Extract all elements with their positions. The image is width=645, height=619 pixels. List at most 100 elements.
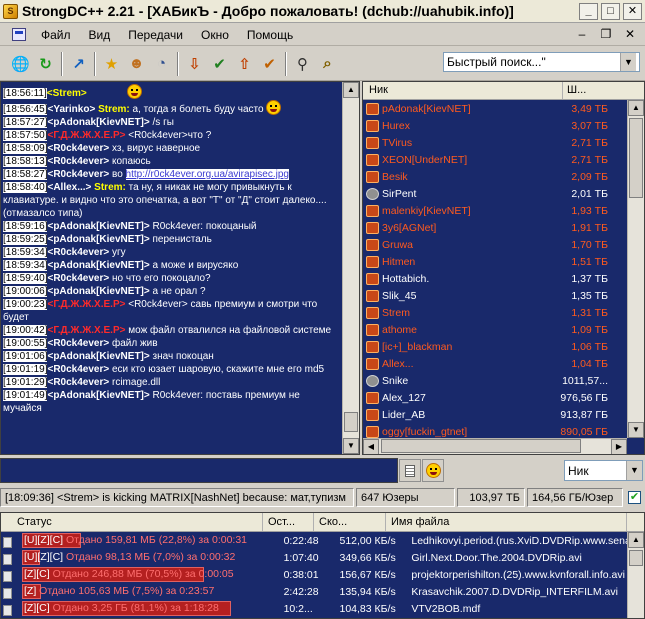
transfer-view[interactable]: Статус Ост... Ско... Имя файла [U][Z][C]… [0,512,645,619]
column-status[interactable]: Статус [1,513,263,531]
chat-nick[interactable]: <R0ck4ever> [47,273,109,284]
user-row[interactable]: Slik_45 1,35 ТБ [363,287,644,304]
chat-nick[interactable]: <pAdonak[KievNET]> [47,351,149,362]
scroll-right-icon[interactable]: ▶ [611,439,627,454]
user-row[interactable]: Gruwa 1,70 ТБ [363,236,644,253]
transfer-row[interactable]: [U][Z][C] Отдано 98,13 МБ (7,0%) за 0:00… [1,549,644,566]
maximize-button[interactable]: □ [601,2,620,20]
user-row[interactable]: Allex... 1,04 ТБ [363,355,644,372]
reconnect-button[interactable]: ↻ [34,52,57,75]
chat-nick[interactable]: <R0ck4ever> [47,364,109,375]
chat-nick[interactable]: <pAdonak[KievNET]> [47,117,149,128]
userlist-hscroll-thumb[interactable] [381,439,581,453]
column-time-left[interactable]: Ост... [263,513,314,531]
finished-uploads-button[interactable]: ✔ [258,52,281,75]
user-row[interactable]: Strem 1,31 ТБ [363,304,644,321]
scroll-left-icon[interactable]: ◀ [363,439,379,454]
quick-search-input[interactable] [444,54,620,70]
chevron-down-icon[interactable]: ▼ [620,53,636,71]
scroll-up-icon[interactable]: ▲ [343,82,359,98]
user-row[interactable]: Hurex 3,07 ТБ [363,117,644,134]
user-row[interactable]: athome 1,09 ТБ [363,321,644,338]
chat-nick[interactable]: <Strem> [47,88,87,99]
column-filename[interactable]: Имя файла [386,513,627,531]
close-button[interactable]: ✕ [623,2,642,20]
userlist-filter-select[interactable]: Ник ▼ [564,460,643,481]
userlist-hscrollbar[interactable]: ◀ ▶ [363,438,627,454]
column-share[interactable]: Ш... [563,82,607,99]
public-hubs-button[interactable]: 🌐 [9,52,32,75]
transfer-row[interactable]: [Z] Отдано 105,63 МБ (7,5%) за 0:23:57 2:… [1,583,644,600]
chat-nick[interactable]: <pAdonak[KievNET]> [47,221,149,232]
chat-nick[interactable]: <pAdonak[KievNET]> [47,286,149,297]
show-userlist-checkbox[interactable]: ✔ [628,490,641,504]
user-row[interactable]: XEON[UnderNET] 2,71 ТБ [363,151,644,168]
users-button[interactable]: ☻ [125,52,148,75]
chat-nick[interactable]: <Г.Д.Ж.Ж.Х.Е.Р> [47,130,125,141]
minimize-button[interactable]: _ [579,2,598,20]
mdi-minimize-button[interactable]: – [573,27,591,43]
user-row[interactable]: Hitmen 1,51 ТБ [363,253,644,270]
emoticons-button[interactable] [422,459,444,482]
menu-window[interactable]: Окно [192,28,238,42]
user-row[interactable]: Alex_127 976,56 ГБ [363,389,644,406]
user-row[interactable]: Hottabich. 1,37 ТБ [363,270,644,287]
mdi-close-button[interactable]: ✕ [621,27,639,43]
chat-nick[interactable]: <pAdonak[KievNET]> [47,260,149,271]
user-row[interactable]: TVirus 2,71 ТБ [363,134,644,151]
chat-nick[interactable]: <R0ck4ever> [47,156,109,167]
user-row[interactable]: Snike 1011,57... [363,372,644,389]
column-nick[interactable]: Ник [363,82,563,99]
chat-nick[interactable]: <R0ck4ever> [47,247,109,258]
chat-nick[interactable]: <R0ck4ever> [47,169,109,180]
user-row[interactable]: SirPent 2,01 ТБ [363,185,644,202]
transfer-row[interactable]: [Z][C] Отдано 3,25 ГБ (81,1%) за 1:18:28… [1,600,644,617]
transfer-scrollbar[interactable]: ▲ [627,532,644,618]
queue-button[interactable]: ⇩ [183,52,206,75]
favorites-button[interactable]: ★ [100,52,123,75]
chat-pane[interactable]: [18:56:11]<Strem> [18:56:45]<Yarinko> Str… [0,81,360,455]
chat-nick[interactable]: <R0ck4ever> [47,377,109,388]
userlist-scrollbar[interactable]: ▲ ▼ [627,100,644,438]
chat-nick[interactable]: <Yarinko> [47,104,95,115]
chat-nick[interactable]: <Г.Д.Ж.Ж.Х.Е.Р> [47,299,125,310]
scroll-down-icon[interactable]: ▼ [628,422,644,438]
menu-transfers[interactable]: Передачи [119,28,192,42]
transfer-row[interactable]: [U][Z][C] Отдано 159,81 МБ (22,8%) за 0:… [1,532,644,549]
chat-scrollbar[interactable]: ▲ ▼ [342,82,359,454]
user-row[interactable]: Lider_AB 913,87 ГБ [363,406,644,423]
user-row[interactable]: [ic+]_blackman 1,06 ТБ [363,338,644,355]
scroll-up-icon[interactable]: ▲ [628,532,644,548]
chat-nick[interactable]: <R0ck4ever> [47,338,109,349]
transfer-row[interactable]: [Z][C] Отдано 246,88 МБ (70,5%) за 0:00:… [1,566,644,583]
chat-link[interactable]: http://r0ck4ever.org.ua/avirapisec.jpg [125,169,289,180]
adl-search-button[interactable]: ⌕ [316,52,339,75]
user-row[interactable]: malenkiy[KievNET] 1,93 ТБ [363,202,644,219]
chat-nick[interactable]: <Allex...> [47,182,91,193]
menu-view[interactable]: Вид [80,28,120,42]
userlist-scroll-thumb[interactable] [629,118,643,198]
chat-nick[interactable]: <pAdonak[KievNET]> [47,234,149,245]
scroll-up-icon[interactable]: ▲ [628,100,644,116]
user-row[interactable]: pAdonak[KievNET] 3,49 ТБ [363,100,644,117]
chat-scroll-thumb[interactable] [344,412,358,432]
scroll-down-icon[interactable]: ▼ [343,438,359,454]
finished-downloads-button[interactable]: ✔ [208,52,231,75]
quick-search-box[interactable]: ▼ [443,52,640,72]
chat-message-input[interactable] [0,458,398,483]
chat-nick[interactable]: <pAdonak[KievNET]> [47,390,149,401]
mdi-document-icon[interactable] [12,28,26,41]
recent-button[interactable]: ◔ [150,52,173,75]
upload-queue-button[interactable]: ⇧ [233,52,256,75]
column-speed[interactable]: Ско... [314,513,386,531]
user-list[interactable]: Ник Ш... pAdonak[KievNET] 3,49 ТБ Hurex 3,0… [362,81,645,455]
follow-redirect-button[interactable]: ↗ [67,52,90,75]
search-button[interactable]: ⚲ [291,52,314,75]
mdi-restore-button[interactable]: ❐ [597,27,615,43]
chevron-down-icon[interactable]: ▼ [626,461,642,480]
transfer-scroll-thumb[interactable] [629,550,643,566]
menu-file[interactable]: Файл [32,28,80,42]
chat-nick[interactable]: <Г.Д.Ж.Ж.Х.Е.Р> [47,325,125,336]
menu-help[interactable]: Помощь [238,28,302,42]
user-row[interactable]: 3y6[AGNet] 1,91 ТБ [363,219,644,236]
